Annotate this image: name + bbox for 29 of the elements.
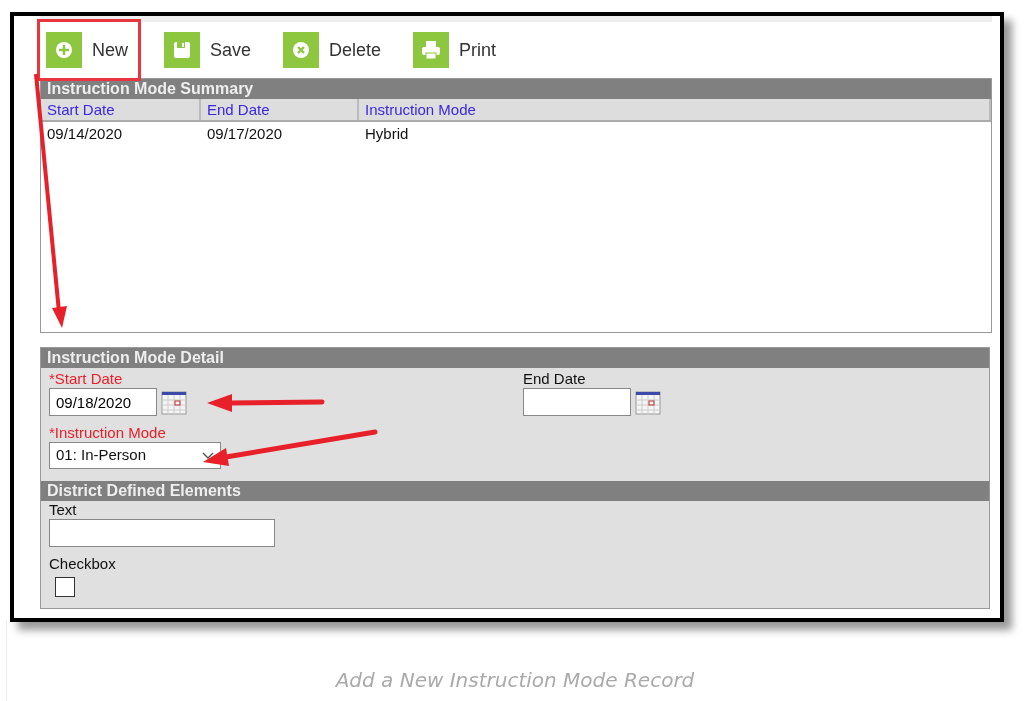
toolbar-button[interactable]: Print xyxy=(413,32,497,68)
table-cell-text: 09/14/2020 xyxy=(46,124,124,144)
field-label: Text xyxy=(49,501,78,519)
date-field[interactable] xyxy=(523,388,631,416)
toolbar-button[interactable]: Save xyxy=(164,32,252,68)
panel-title: Instruction Mode Summary xyxy=(41,79,991,99)
plus-icon xyxy=(46,32,82,68)
panel-title: Instruction Mode Detail xyxy=(41,348,989,368)
checkbox[interactable] xyxy=(55,577,75,597)
calendar-icon[interactable] xyxy=(635,389,661,415)
close-icon xyxy=(283,32,320,68)
column-header[interactable]: Start Date xyxy=(41,99,201,120)
field-label: *Start Date xyxy=(49,370,124,388)
date-field[interactable]: 09/18/2020 xyxy=(49,388,157,416)
caption: Add a New Instruction Mode Record xyxy=(334,667,696,694)
panel-title: District Defined Elements xyxy=(41,481,989,501)
table-cell-text: Hybrid xyxy=(364,124,410,144)
field-label: Checkbox xyxy=(49,555,117,573)
calendar-icon[interactable] xyxy=(161,389,187,415)
column-header[interactable]: End Date xyxy=(201,99,359,120)
mode-dropdown[interactable]: 01: In-Person xyxy=(49,442,221,469)
text-field[interactable] xyxy=(49,519,275,547)
table-cell-text: 09/17/2020 xyxy=(206,124,284,144)
field-label: End Date xyxy=(523,370,587,388)
column-header[interactable]: Instruction Mode xyxy=(359,99,991,120)
toolbar-button[interactable]: Delete xyxy=(283,32,382,68)
printer-icon xyxy=(413,32,450,68)
toolbar-button[interactable]: New xyxy=(46,28,132,72)
field-label: *Instruction Mode xyxy=(49,424,167,442)
